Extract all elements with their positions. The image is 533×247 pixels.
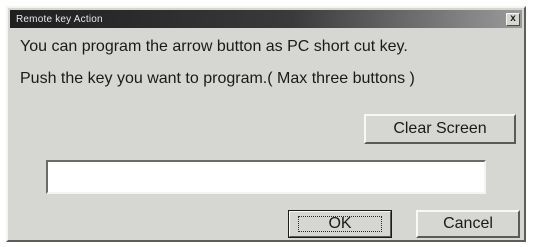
- key-input-field[interactable]: [46, 160, 486, 194]
- remote-key-action-dialog: Remote key Action x You can program the …: [6, 6, 526, 242]
- title-bar[interactable]: Remote key Action x: [10, 10, 522, 28]
- close-icon: x: [510, 13, 516, 24]
- window-title: Remote key Action: [16, 13, 103, 25]
- instruction-text-line-1: You can program the arrow button as PC s…: [20, 38, 408, 55]
- cancel-label: Cancel: [443, 215, 493, 232]
- clear-screen-button[interactable]: Clear Screen: [364, 114, 516, 144]
- focus-rectangle: [298, 216, 382, 232]
- instruction-text-line-2: Push the key you want to program.( Max t…: [20, 70, 415, 87]
- ok-button[interactable]: OK: [288, 210, 392, 238]
- clear-screen-label: Clear Screen: [393, 120, 487, 137]
- cancel-button[interactable]: Cancel: [416, 210, 520, 238]
- close-button[interactable]: x: [506, 12, 520, 26]
